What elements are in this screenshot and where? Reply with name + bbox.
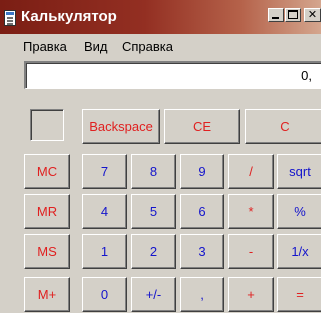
digit-9-button[interactable]: 9 [180, 154, 224, 189]
minimize-icon [272, 17, 279, 19]
memory-indicator [30, 109, 64, 141]
digit-7-button[interactable]: 7 [82, 154, 127, 189]
menu-edit[interactable]: Правка [23, 39, 67, 55]
ms-button[interactable]: MS [24, 234, 70, 269]
menu-bar: Правка Вид Справка [0, 36, 321, 56]
maximize-icon [288, 10, 298, 19]
sqrt-button[interactable]: sqrt [277, 154, 321, 189]
percent-button[interactable]: % [277, 194, 321, 229]
close-button[interactable]: ✕ [304, 8, 321, 22]
digit-6-button[interactable]: 6 [180, 194, 224, 229]
reciprocal-button[interactable]: 1/x [277, 234, 321, 269]
digit-3-button[interactable]: 3 [180, 234, 224, 269]
maximize-button[interactable] [285, 8, 301, 22]
digit-0-button[interactable]: 0 [82, 277, 127, 312]
sign-toggle-button[interactable]: +/- [131, 277, 176, 312]
subtract-button[interactable]: - [228, 234, 274, 269]
close-icon: ✕ [307, 8, 318, 21]
title-bar[interactable]: Калькулятор ✕ [0, 0, 321, 34]
calculator-app-icon [4, 10, 16, 26]
backspace-button[interactable]: Backspace [82, 109, 160, 144]
digit-2-button[interactable]: 2 [131, 234, 176, 269]
equals-button[interactable]: = [277, 277, 321, 312]
result-display[interactable]: 0, [24, 61, 321, 89]
divide-button[interactable]: / [228, 154, 274, 189]
minimize-button[interactable] [268, 8, 284, 22]
digit-5-button[interactable]: 5 [131, 194, 176, 229]
decimal-button[interactable]: , [180, 277, 224, 312]
digit-1-button[interactable]: 1 [82, 234, 127, 269]
window-title: Калькулятор [21, 8, 117, 25]
digit-4-button[interactable]: 4 [82, 194, 127, 229]
add-button[interactable]: + [228, 277, 274, 312]
m-plus-button[interactable]: M+ [24, 277, 70, 312]
multiply-button[interactable]: * [228, 194, 274, 229]
digit-8-button[interactable]: 8 [131, 154, 176, 189]
calculator-window: Калькулятор ✕ Правка Вид Справка 0, Back… [0, 0, 321, 313]
ce-button[interactable]: CE [164, 109, 240, 144]
menu-view[interactable]: Вид [84, 39, 108, 55]
mc-button[interactable]: MC [24, 154, 70, 189]
menu-help[interactable]: Справка [122, 39, 173, 55]
c-button[interactable]: C [245, 109, 321, 144]
mr-button[interactable]: MR [24, 194, 70, 229]
display-value: 0, [301, 68, 312, 83]
